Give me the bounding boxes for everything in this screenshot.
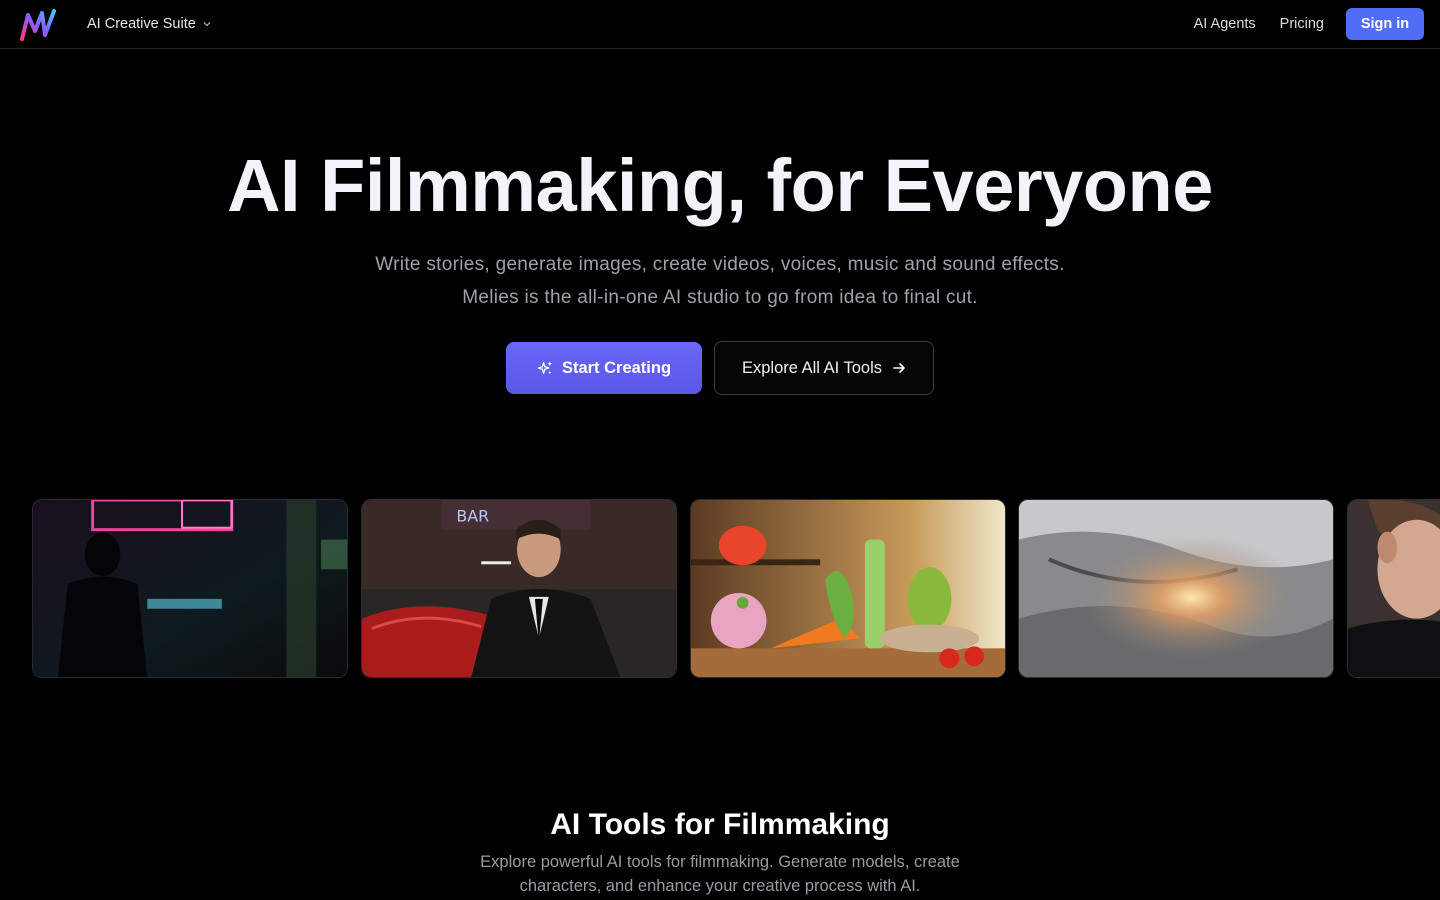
start-creating-button[interactable]: Start Creating xyxy=(506,342,702,394)
vegetables-thumbnail xyxy=(691,500,1005,677)
svg-text:BAR: BAR xyxy=(456,507,489,526)
sign-in-button[interactable]: Sign in xyxy=(1346,8,1424,40)
tools-section-title: AI Tools for Filmmaking xyxy=(550,808,890,841)
gallery-video-vegetables[interactable] xyxy=(690,499,1006,678)
explore-all-tools-label: Explore All AI Tools xyxy=(741,358,883,377)
chevron-down-icon xyxy=(203,22,211,27)
tools-section-subtitle: Explore powerful AI tools for filmmaking… xyxy=(480,853,960,895)
explore-all-tools-button[interactable]: Explore All AI Tools xyxy=(714,341,934,395)
nav-right: AI Agents Pricing Sign in xyxy=(1194,0,1424,48)
hero-subtitle: Write stories, generate images, create v… xyxy=(0,248,1440,314)
start-creating-label: Start Creating xyxy=(561,358,672,377)
nav-pricing-link[interactable]: Pricing xyxy=(1280,16,1324,32)
sparkles-icon xyxy=(537,360,553,374)
man-profile-thumbnail xyxy=(1348,500,1440,677)
creative-suite-dropdown[interactable]: AI Creative Suite xyxy=(87,0,212,48)
explosion-thumbnail xyxy=(1019,500,1333,677)
hero-subtitle-line-1: Write stories, generate images, create v… xyxy=(375,254,1065,275)
gallery-video-man-smoking[interactable]: BAR xyxy=(361,499,677,678)
man-smoking-thumbnail: BAR xyxy=(362,500,676,677)
melies-logo-icon[interactable] xyxy=(18,5,58,45)
gallery-video-neon-street[interactable] xyxy=(32,499,348,678)
creative-suite-label: AI Creative Suite xyxy=(87,16,196,32)
arrow-right-icon xyxy=(893,363,905,373)
nav-ai-agents-link[interactable]: AI Agents xyxy=(1194,16,1256,32)
top-nav-bar: AI Creative Suite AI Agents Pricing Sign… xyxy=(0,0,1440,49)
hero-title: AI Filmmaking, for Everyone xyxy=(227,144,1213,227)
gallery-video-man-profile[interactable] xyxy=(1347,499,1440,678)
hero-subtitle-line-2: Melies is the all-in-one AI studio to go… xyxy=(462,287,978,308)
gallery-video-explosion[interactable] xyxy=(1018,499,1334,678)
neon-street-thumbnail xyxy=(33,500,347,677)
